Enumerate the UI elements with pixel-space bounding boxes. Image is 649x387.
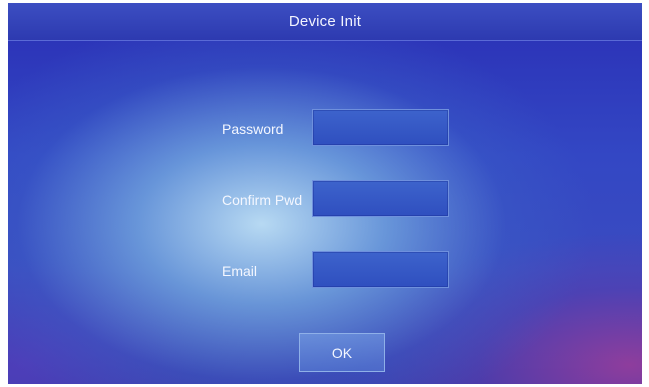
- password-label: Password: [222, 121, 284, 137]
- confirm-password-field[interactable]: [312, 180, 449, 217]
- email-label: Email: [222, 263, 258, 279]
- page-title: Device Init: [288, 13, 362, 30]
- email-field[interactable]: [312, 251, 449, 288]
- confirm-password-label: Confirm Pwd: [222, 192, 303, 208]
- ok-button-label: OK: [331, 344, 353, 361]
- title-bar: Device Init: [8, 3, 642, 41]
- ok-button[interactable]: OK: [299, 333, 385, 372]
- device-init-screen: Device Init Password Confirm Pwd Email O…: [8, 3, 642, 384]
- password-field[interactable]: [312, 109, 449, 146]
